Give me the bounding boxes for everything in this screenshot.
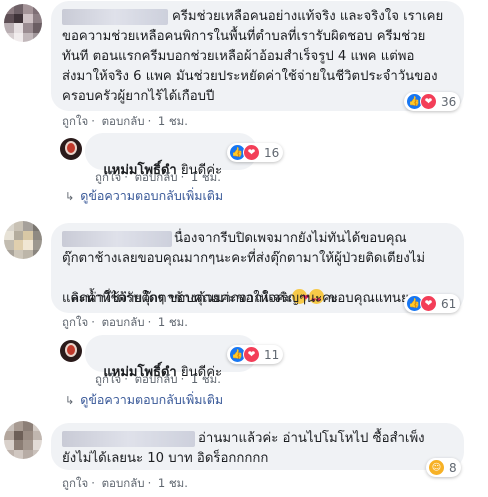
- commenter-avatar[interactable]: [4, 221, 42, 259]
- comment-text-line: นื่องจากรีบปิดเพจมากยังไม่ทันได้ขอบคุณ: [174, 231, 407, 246]
- like-link[interactable]: ถูกใจ: [62, 315, 88, 329]
- comment-actions: ถูกใจ · ตอบกลับ · 1 ชม.: [62, 114, 188, 128]
- reply-link[interactable]: ตอบกลับ: [135, 170, 178, 184]
- page-avatar[interactable]: [60, 340, 82, 362]
- reaction-summary[interactable]: 👍 ❤ 11: [227, 345, 284, 364]
- comment-text-line: ส่งมาให้จริง 6 แพค มันช่วยประหยัดค่าใช้จ…: [62, 69, 438, 84]
- reply-link[interactable]: ตอบกลับ: [135, 372, 178, 386]
- page-avatar[interactable]: [60, 138, 82, 160]
- timestamp[interactable]: 1 ชม.: [191, 372, 221, 386]
- like-link[interactable]: ถูกใจ: [62, 114, 88, 128]
- haha-icon: ☺: [428, 459, 445, 476]
- reply-actions: ถูกใจ · ตอบกลับ · 1 ชม.: [95, 170, 221, 184]
- reaction-count: 16: [264, 145, 280, 160]
- comment-text-line: ทันที ตอนแรกครีมบอกช่วยเหลือผ้าอ้อมสำเร็…: [62, 49, 415, 64]
- comment-text-line: อ่านมาแล้วค่ะ อ่านไปโมโหไป ซื้อสำเพ็ง: [198, 431, 425, 446]
- comment-text-line: ยังไม่ได้เลยนะ 10 บาท อิดร็อกกกกก: [62, 451, 269, 466]
- blurred-commenter-name: [62, 9, 168, 25]
- comment-text-line: ขอความช่วยเหลือคนพิการในพื้นที่ตำบลที่เร…: [62, 29, 426, 44]
- reaction-summary[interactable]: 👍 ❤ 36: [404, 92, 461, 111]
- reply-link[interactable]: ตอบกลับ: [102, 114, 145, 128]
- comment-text-line: ตุ๊กตาช้างเลยขอบคุณมากๆนะคะที่ส่งตุ๊กตาม…: [62, 251, 426, 266]
- timestamp[interactable]: 1 ชม.: [191, 170, 221, 184]
- reaction-summary[interactable]: 👍 ❤ 61: [404, 294, 461, 313]
- love-icon: ❤: [243, 346, 260, 363]
- reply-link[interactable]: ตอบกลับ: [102, 315, 145, 329]
- reaction-count: 8: [449, 460, 457, 475]
- reaction-count: 61: [441, 296, 457, 311]
- view-more-replies[interactable]: ↳ ดูข้อความตอบกลับเพิ่มเติม: [65, 390, 223, 410]
- view-more-replies[interactable]: ↳ ดูข้อความตอบกลับเพิ่มเติม: [65, 186, 223, 206]
- like-link[interactable]: ถูกใจ: [95, 372, 121, 386]
- comment-text-line: และน้ำที่ได้รับตุ๊กตาช้างด้วยค่ะขอให้เจร…: [62, 291, 339, 306]
- reply-link[interactable]: ตอบกลับ: [102, 476, 145, 490]
- comment-actions: ถูกใจ · ตอบกลับ · 1 ชม.: [62, 315, 188, 329]
- reaction-summary[interactable]: ☺ 8: [426, 458, 461, 477]
- timestamp[interactable]: 1 ชม.: [158, 114, 188, 128]
- reply-arrow-icon: ↳: [65, 190, 75, 203]
- blurred-commenter-name: [62, 431, 195, 447]
- reaction-summary[interactable]: 👍 ❤ 16: [227, 143, 284, 162]
- commenter-avatar[interactable]: [4, 4, 42, 42]
- reaction-count: 36: [441, 94, 457, 109]
- reaction-count: 11: [264, 347, 280, 362]
- comment-text-line: ครอบครัวผู้ยากไร้ได้เกือบปี: [62, 89, 215, 104]
- timestamp[interactable]: 1 ชม.: [158, 315, 188, 329]
- reply-actions: ถูกใจ · ตอบกลับ · 1 ชม.: [95, 372, 221, 386]
- love-icon: ❤: [420, 295, 437, 312]
- comment-text-line: ครีมช่วยเหลือคนอย่างแท้จริง และจริงใจ เร…: [172, 9, 444, 24]
- like-link[interactable]: ถูกใจ: [95, 170, 121, 184]
- timestamp[interactable]: 1 ชม.: [158, 476, 188, 490]
- commenter-avatar[interactable]: [4, 421, 42, 459]
- like-link[interactable]: ถูกใจ: [62, 476, 88, 490]
- comment-actions: ถูกใจ · ตอบกลับ · 1 ชม.: [62, 476, 188, 490]
- reply-arrow-icon: ↳: [65, 394, 75, 407]
- love-icon: ❤: [243, 144, 260, 161]
- blurred-commenter-name: [62, 231, 172, 247]
- love-icon: ❤: [420, 93, 437, 110]
